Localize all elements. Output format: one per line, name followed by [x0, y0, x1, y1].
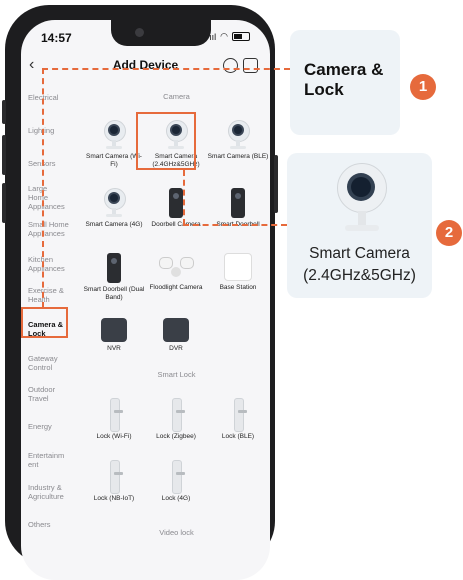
- status-time: 14:57: [41, 31, 72, 45]
- doorbell-icon: [169, 188, 183, 218]
- device-smart-camera-4g[interactable]: Smart Camera (4G): [83, 188, 145, 229]
- device-label: Floodlight Camera: [149, 284, 203, 291]
- device-floodlight-camera[interactable]: Floodlight Camera: [145, 253, 207, 292]
- auto-scan-icon[interactable]: [223, 58, 238, 73]
- device-dvr[interactable]: DVR: [145, 318, 207, 353]
- phone-frame: 14:57 ııl ◠ ‹ Add Device Electrical Ligh…: [2, 5, 278, 580]
- device-lock-zigbee[interactable]: Lock (Zigbee): [145, 398, 207, 441]
- device-label: Lock (4G): [161, 495, 191, 502]
- highlight-camera-lock: [21, 307, 68, 338]
- device-label: Smart Camera (BLE): [207, 153, 269, 160]
- device-lock-4g[interactable]: Lock (4G): [145, 460, 207, 503]
- dashed-connector-2-horizontal: [183, 224, 287, 226]
- device-lock-ble[interactable]: Lock (BLE): [207, 398, 269, 441]
- sidebar-item-outdoor-travel[interactable]: Outdoor Travel: [28, 385, 68, 403]
- camera-icon: [101, 120, 127, 150]
- scan-qr-icon[interactable]: [243, 58, 258, 73]
- app-header: ‹ Add Device: [21, 56, 270, 78]
- lock-icon: [167, 398, 185, 432]
- callout-category-label: Camera & Lock: [304, 60, 384, 99]
- mute-switch: [2, 100, 6, 124]
- callout-card-category: Camera & Lock: [290, 30, 400, 135]
- section-title-video-lock: Video lock: [159, 528, 194, 537]
- camera-icon: [225, 120, 251, 150]
- sidebar-item-kitchen-appliances[interactable]: Kitchen Appliances: [28, 255, 72, 273]
- power-button: [274, 155, 278, 213]
- device-lock-wifi[interactable]: Lock (Wi-Fi): [83, 398, 145, 441]
- floodlight-icon: [159, 253, 194, 281]
- sidebar-item-others[interactable]: Others: [28, 520, 80, 529]
- dashed-connector-1-horizontal: [42, 68, 290, 70]
- device-label: Lock (Wi-Fi): [96, 433, 132, 440]
- device-base-station[interactable]: Base Station: [207, 253, 269, 292]
- dashed-connector-1-vertical: [42, 68, 44, 308]
- doorbell-icon: [231, 188, 245, 218]
- lock-icon: [105, 460, 123, 494]
- volume-up-button: [2, 135, 6, 175]
- device-lock-nbiot[interactable]: Lock (NB-IoT): [83, 460, 145, 503]
- volume-down-button: [2, 183, 6, 223]
- device-smart-doorbell-dual-band[interactable]: Smart Doorbell (Dual Band): [83, 253, 145, 302]
- sidebar-item-electrical[interactable]: Electrical: [28, 93, 80, 102]
- step-badge-2: 2: [436, 220, 462, 246]
- section-title-camera: Camera: [163, 92, 190, 101]
- lock-icon: [229, 398, 247, 432]
- device-label: Lock (NB-IoT): [93, 495, 135, 502]
- sidebar-item-entertainment[interactable]: Entertainm ent: [28, 451, 68, 469]
- sidebar-item-energy[interactable]: Energy: [28, 422, 80, 431]
- nvr-icon: [101, 318, 127, 342]
- device-smart-doorbell[interactable]: Smart Doorbell: [207, 188, 269, 229]
- section-title-smart-lock: Smart Lock: [157, 370, 196, 379]
- device-label: Lock (Zigbee): [156, 433, 196, 440]
- sidebar-item-sensors[interactable]: Sensors: [28, 159, 80, 168]
- step-badge-1: 1: [410, 74, 436, 100]
- sidebar-item-lighting[interactable]: Lighting: [28, 126, 80, 135]
- callout-card-device: Smart Camera (2.4GHz&5GHz): [287, 153, 432, 298]
- doorbell-icon: [107, 253, 121, 283]
- camera-icon: [101, 188, 127, 218]
- device-label: DVR: [169, 345, 183, 352]
- dashed-connector-2-vertical: [183, 170, 185, 225]
- highlight-smart-camera: [136, 112, 196, 170]
- sidebar-item-large-home-appliances[interactable]: Large Home Appliances: [28, 184, 66, 211]
- battery-icon: [232, 32, 250, 41]
- sidebar-item-gateway-control[interactable]: Gateway Control: [28, 354, 68, 372]
- callout-device-label: Smart Camera (2.4GHz&5GHz): [303, 245, 416, 284]
- device-label: Smart Doorbell (Dual Band): [83, 286, 145, 301]
- sidebar-item-exercise-health[interactable]: Exercise & Health: [28, 286, 72, 304]
- device-smart-camera-ble[interactable]: Smart Camera (BLE): [207, 120, 269, 161]
- device-nvr[interactable]: NVR: [83, 318, 145, 353]
- device-label: Base Station: [219, 284, 257, 291]
- sidebar-item-small-home-appliances[interactable]: Small Home Appliances: [28, 220, 72, 238]
- device-label: NVR: [107, 345, 121, 352]
- status-icons: ııl ◠: [209, 31, 250, 42]
- front-camera-icon: [135, 28, 144, 37]
- device-label: Smart Camera (4G): [85, 221, 143, 228]
- lock-icon: [167, 460, 185, 494]
- base-station-icon: [224, 253, 252, 281]
- phone-screen: 14:57 ııl ◠ ‹ Add Device Electrical Ligh…: [21, 20, 270, 580]
- dvr-icon: [163, 318, 189, 342]
- sidebar-item-industry-agriculture[interactable]: Industry & Agriculture: [28, 483, 76, 501]
- device-doorbell-camera[interactable]: Doorbell Camera: [145, 188, 207, 229]
- device-label: Lock (BLE): [221, 433, 255, 440]
- large-camera-icon: [337, 163, 387, 233]
- lock-icon: [105, 398, 123, 432]
- wifi-icon: ◠: [220, 31, 228, 41]
- notch: [111, 20, 211, 46]
